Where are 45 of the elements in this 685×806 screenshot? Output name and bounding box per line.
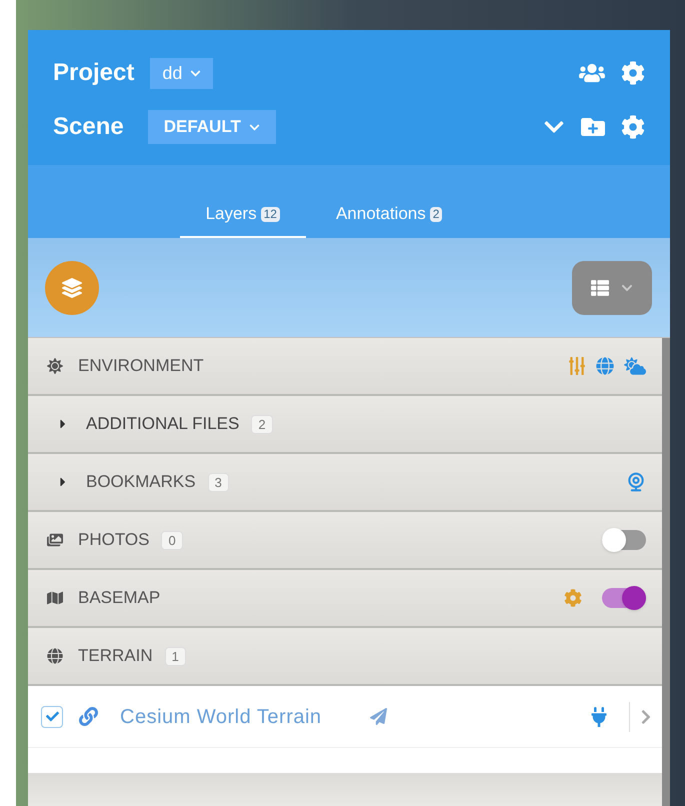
count-badge: 2 — [251, 414, 273, 434]
images-icon — [47, 532, 63, 548]
chevron-down-icon — [190, 68, 202, 78]
list-icon — [591, 278, 609, 296]
section-title: BOOKMARKS — [86, 471, 196, 494]
globe-icon — [47, 648, 63, 664]
chevron-down-icon — [248, 122, 260, 132]
sun-icon — [47, 358, 63, 374]
checkbox[interactable] — [41, 706, 63, 728]
scene-label: Scene — [53, 112, 124, 142]
section-title: TERRAIN — [78, 645, 153, 668]
weather-icon[interactable] — [624, 355, 646, 377]
section-title: ENVIRONMENT — [78, 355, 204, 378]
project-label: Project — [53, 58, 134, 88]
count-badge: 3 — [208, 472, 229, 492]
section-header[interactable]: ENVIRONMENT — [28, 338, 662, 396]
count-badge: 0 — [161, 530, 183, 550]
globe-icon[interactable] — [596, 357, 614, 375]
section-header[interactable]: TERRAIN 1 — [28, 628, 662, 686]
plug-icon[interactable] — [589, 706, 609, 726]
webcam-icon[interactable] — [626, 472, 646, 492]
toggle-switch[interactable] — [602, 588, 646, 608]
toggle-switch[interactable] — [602, 530, 646, 550]
section-title: BASEMAP — [78, 587, 160, 610]
check-icon — [46, 710, 58, 723]
sliders-icon[interactable] — [568, 357, 586, 375]
section-header[interactable]: BOOKMARKS 3 — [28, 454, 662, 512]
scrollbar[interactable] — [662, 338, 670, 806]
section-header[interactable]: PHOTOS 0 — [28, 512, 662, 570]
link-icon — [79, 707, 98, 726]
layers-plus-icon — [62, 278, 82, 298]
map-icon — [47, 590, 63, 606]
section-title: ADDITIONAL FILES — [86, 413, 240, 436]
tab[interactable]: Annotations 2 — [310, 192, 468, 238]
settings-icon[interactable] — [564, 589, 582, 607]
count-badge: 1 — [164, 646, 186, 666]
view-menu-button[interactable] — [572, 260, 652, 314]
paper-plane-icon[interactable] — [370, 708, 387, 725]
folder-plus-icon[interactable] — [581, 115, 605, 139]
settings-icon[interactable] — [621, 61, 645, 85]
add-layer-button[interactable] — [45, 260, 99, 314]
settings-icon[interactable] — [621, 115, 645, 139]
section-header[interactable]: BASEMAP — [28, 570, 662, 628]
section-header[interactable]: ADDITIONAL FILES 2 — [28, 396, 662, 454]
section-title: PHOTOS — [78, 529, 150, 552]
